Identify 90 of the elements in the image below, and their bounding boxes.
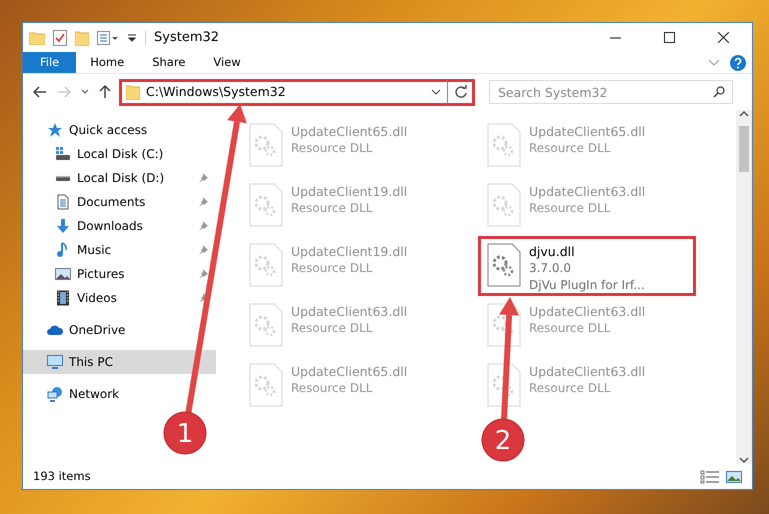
file-detail: Resource DLL [291,260,374,277]
star-icon [47,122,63,138]
callout-circle [482,418,524,462]
pin-icon[interactable] [198,221,208,231]
sidebar-item[interactable]: Network [23,382,216,406]
drive-icon [55,146,71,162]
file-name: UpdateClient19.dll [291,243,408,260]
sidebar-item[interactable]: OneDrive [23,318,216,342]
scroll-thumb[interactable] [739,126,749,172]
sidebar-item[interactable]: Documents [23,190,216,214]
sidebar-item[interactable]: Music [23,238,216,262]
dropdown-icon[interactable] [127,32,137,42]
item-count: 193 items [33,468,92,485]
file-detail: Resource DLL [529,320,612,337]
address-path: C:\Windows\System32 [146,82,287,101]
dll-file-icon [249,243,283,287]
monitor-icon [47,354,63,370]
pin-icon[interactable] [198,269,208,279]
file-name: UpdateClient19.dll [291,183,408,200]
window-title: System32 [154,28,220,47]
file-detail: Resource DLL [291,140,374,157]
tiles-view-icon[interactable] [726,470,742,484]
file-name: UpdateClient65.dll [529,123,646,140]
network-icon [47,386,63,402]
scrollbar[interactable] [736,110,752,464]
dropdown-icon[interactable] [431,89,441,95]
scroll-up-icon[interactable] [739,110,749,118]
picture-icon [55,266,71,282]
callout-number: 2 [494,426,512,456]
refresh-icon[interactable] [454,85,468,99]
file-detail: Resource DLL [291,200,374,217]
file-tile[interactable]: djvu.dll 3.7.0.0 DjVu PlugIn for Irf... [478,236,696,296]
search-field[interactable]: Search System32 [489,80,733,104]
ribbon-tab[interactable]: Share [138,52,200,73]
film-icon [55,290,71,306]
help-icon[interactable] [730,54,746,70]
file-name: djvu.dll [529,243,576,260]
file-name: UpdateClient65.dll [291,363,408,380]
file-name: UpdateClient63.dll [529,183,646,200]
details-view-icon[interactable] [700,470,720,484]
back-button[interactable] [31,86,49,98]
file-name: UpdateClient63.dll [529,363,646,380]
sidebar-item[interactable]: Pictures [23,262,216,286]
minimize-icon [610,36,620,38]
file-name: UpdateClient63.dll [529,303,646,320]
checklist-icon[interactable] [53,30,67,46]
up-button[interactable] [97,85,113,99]
file-detail: DjVu PlugIn for Irf... [529,277,645,294]
pin-icon[interactable] [198,197,208,207]
file-menu-button[interactable]: File [23,52,76,73]
dll-file-icon [249,363,283,407]
recent-locations-button[interactable] [79,89,91,95]
close-icon [718,32,728,43]
expand-ribbon-icon[interactable] [708,58,720,66]
sidebar-item[interactable]: Local Disk (D:) [23,166,216,190]
file-name: UpdateClient65.dll [291,123,408,140]
file-detail: 3.7.0.0 [529,260,572,277]
ribbon-tab[interactable]: Home [76,52,138,73]
folder-icon [126,84,140,100]
pin-icon[interactable] [198,173,208,183]
file-detail: Resource DLL [529,380,612,397]
dll-file-icon [249,183,283,227]
dll-file-icon [249,123,283,167]
callout-number: 1 [176,419,194,449]
sidebar-item[interactable]: Quick access [23,118,216,142]
sidebar-item[interactable]: Local Disk (C:) [23,142,216,166]
search-icon [713,86,725,98]
address-bar[interactable]: C:\Windows\System32 [119,78,475,106]
file-detail: Resource DLL [529,200,612,217]
callout-circle [164,412,206,454]
pin-icon[interactable] [198,245,208,255]
document-icon [55,194,71,210]
properties-icon[interactable] [97,30,119,44]
scroll-down-icon[interactable] [739,456,749,464]
maximize-icon [664,32,674,43]
sidebar-item[interactable]: Videos [23,286,216,310]
dll-file-icon [487,123,521,167]
ribbon-tab[interactable]: View [199,52,255,73]
download-arrow-icon [55,218,71,234]
sidebar-item[interactable]: This PC [23,350,216,374]
file-detail: Resource DLL [291,380,374,397]
file-detail: Resource DLL [529,140,612,157]
drive-icon [55,174,71,182]
dll-file-icon [487,243,521,287]
dll-file-icon [487,183,521,227]
file-detail: Resource DLL [291,320,374,337]
dll-file-icon [249,303,283,347]
file-name: UpdateClient63.dll [291,303,408,320]
sidebar-item[interactable]: Downloads [23,214,216,238]
pin-icon[interactable] [198,293,208,303]
